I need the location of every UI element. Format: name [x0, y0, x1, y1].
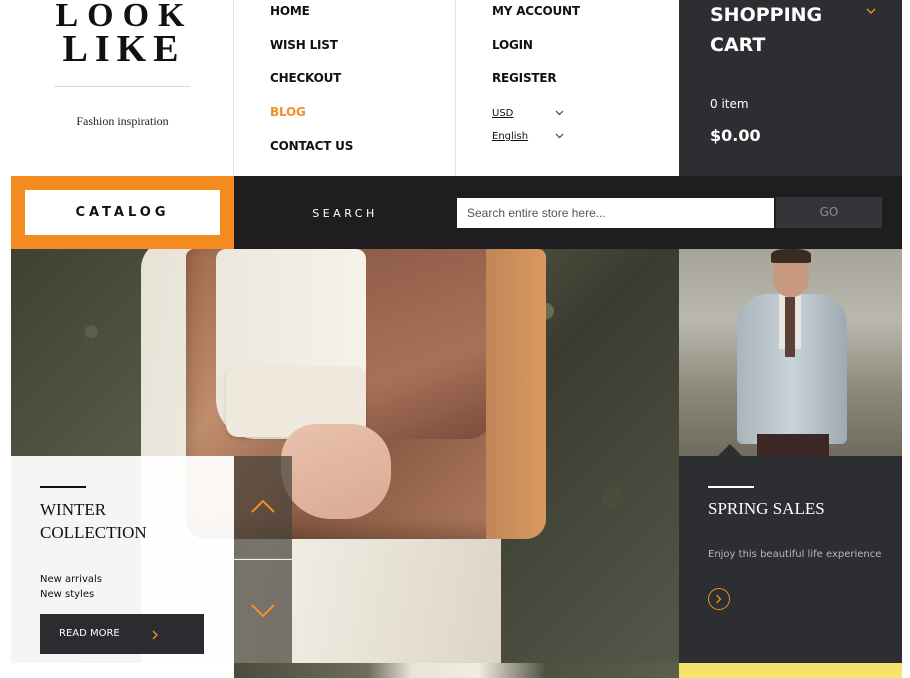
winter-collection-title: WINTER COLLECTION	[40, 498, 147, 544]
bottom-tile-image	[234, 663, 679, 678]
promo-pointer	[718, 444, 742, 456]
spring-sales-subtitle: Enjoy this beautiful life experience	[708, 549, 882, 560]
read-more-button[interactable]: READ MORE	[40, 614, 204, 654]
hero-banner: WINTER COLLECTION New arrivals New style…	[11, 249, 679, 663]
language-value: English	[492, 131, 529, 142]
logo-column: LOOK LIKE Fashion inspiration	[11, 0, 234, 176]
nav-home[interactable]: HOME	[270, 4, 310, 18]
spring-sales-title: SPRING SALES	[708, 499, 825, 518]
nav-blog[interactable]: BLOG	[270, 105, 306, 119]
cart-item-count: 0 item	[710, 97, 749, 111]
nav-login[interactable]: LOGIN	[492, 38, 533, 52]
nav-checkout[interactable]: CHECKOUT	[270, 71, 341, 85]
catalog-button[interactable]: CATALOG	[25, 190, 220, 235]
cart-title: SHOPPING CART	[710, 4, 823, 56]
bottom-tile-yellow	[679, 663, 902, 678]
chevron-down-icon	[251, 604, 275, 618]
winter-collection-card: WINTER COLLECTION New arrivals New style…	[11, 456, 234, 663]
page: LOOK LIKE Fashion inspiration HOME WISH …	[11, 0, 902, 678]
slider-arrows	[234, 456, 292, 663]
hero-bag-side	[486, 249, 546, 539]
nav-column-account: MY ACCOUNT LOGIN REGISTER USD English	[456, 0, 679, 176]
logo-divider	[54, 86, 190, 87]
catalog-search-bar: CATALOG SEARCH GO	[11, 176, 902, 249]
chevron-right-icon	[716, 594, 722, 604]
spring-sales-image[interactable]	[679, 249, 902, 456]
winter-sub-line-1: New arrivals	[40, 574, 102, 585]
winter-collection-subtitle: New arrivals New styles	[40, 572, 102, 602]
card-divider	[40, 486, 86, 488]
winter-sub-line-2: New styles	[40, 589, 95, 600]
shopping-cart-panel[interactable]: SHOPPING CART 0 item $0.00	[679, 0, 902, 176]
logo[interactable]: LOOK LIKE	[11, 0, 234, 70]
search-label: SEARCH	[312, 207, 378, 220]
tagline: Fashion inspiration	[76, 114, 169, 128]
chevron-right-icon	[152, 614, 158, 654]
slider-prev-button[interactable]	[234, 456, 292, 559]
logo-line-2: LIKE	[62, 28, 186, 70]
chevron-down-icon	[555, 108, 564, 118]
read-more-label: READ MORE	[59, 628, 120, 639]
card-divider	[708, 486, 754, 488]
currency-select[interactable]: USD	[492, 108, 564, 119]
nav-wish-list[interactable]: WISH LIST	[270, 38, 338, 52]
chevron-down-icon	[555, 131, 564, 141]
model-tie	[785, 297, 795, 357]
nav-my-account[interactable]: MY ACCOUNT	[492, 4, 580, 18]
search-go-button[interactable]: GO	[776, 197, 882, 228]
hero-hand-image	[281, 424, 391, 519]
spring-sales-link-button[interactable]	[708, 588, 730, 610]
chevron-down-icon[interactable]	[866, 6, 876, 17]
model-pants	[757, 434, 829, 456]
nav-register[interactable]: REGISTER	[492, 71, 557, 85]
nav-contact-us[interactable]: CONTACT US	[270, 139, 353, 153]
slider-next-button[interactable]	[234, 560, 292, 663]
model-hair	[771, 249, 811, 263]
search-input[interactable]	[457, 198, 774, 228]
nav-column-main: HOME WISH LIST CHECKOUT BLOG CONTACT US	[234, 0, 456, 176]
spring-sales-card: SPRING SALES Enjoy this beautiful life e…	[679, 456, 902, 663]
cart-total: $0.00	[710, 126, 761, 145]
chevron-up-icon	[251, 499, 275, 513]
language-select[interactable]: English	[492, 131, 564, 142]
currency-value: USD	[492, 108, 514, 119]
catalog-wrapper: CATALOG	[11, 176, 234, 249]
winter-title-line-2: COLLECTION	[40, 523, 147, 542]
winter-title-line-1: WINTER	[40, 500, 107, 519]
bottom-tile-left	[11, 663, 234, 678]
